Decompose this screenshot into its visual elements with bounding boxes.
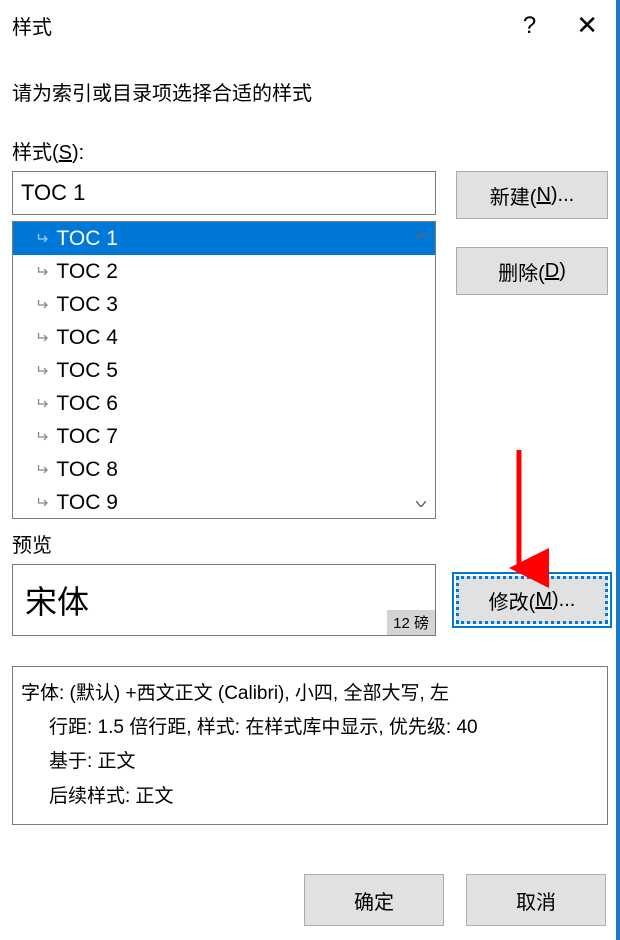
paragraph-mark-icon: ↵ (35, 493, 48, 513)
preview-font-name: 宋体 (25, 577, 423, 623)
style-item-label: TOC 3 (56, 293, 117, 317)
style-list-item[interactable]: ↵ TOC 8 (13, 453, 435, 486)
preview-box: 宋体 12 磅 (12, 564, 436, 636)
scroll-up-button[interactable] (407, 222, 435, 250)
paragraph-mark-icon: ↵ (35, 361, 48, 381)
dialog-title: 样式 (12, 11, 523, 40)
style-description: 字体: (默认) +西文正文 (Calibri), 小四, 全部大写, 左 行距… (12, 666, 608, 825)
ok-button[interactable]: 确定 (304, 874, 444, 926)
modify-button[interactable]: 修改(M)... (456, 576, 608, 624)
paragraph-mark-icon: ↵ (35, 394, 48, 414)
cancel-button[interactable]: 取消 (466, 874, 606, 926)
style-item-label: TOC 1 (56, 227, 117, 251)
style-item-label: TOC 7 (56, 425, 117, 449)
style-list-item[interactable]: ↵ TOC 2 (13, 255, 435, 288)
style-name-input[interactable] (12, 171, 436, 215)
paragraph-mark-icon: ↵ (35, 427, 48, 447)
preview-label: 预览 (12, 529, 608, 558)
paragraph-mark-icon: ↵ (35, 262, 48, 282)
paragraph-mark-icon: ↵ (35, 328, 48, 348)
title-bar: 样式 ? ✕ (0, 0, 620, 49)
style-list-item[interactable]: ↵ TOC 9 (13, 486, 435, 518)
style-item-label: TOC 2 (56, 260, 117, 284)
style-item-label: TOC 4 (56, 326, 117, 350)
help-button[interactable]: ? (523, 12, 536, 40)
style-list-item[interactable]: ↵ TOC 7 (13, 420, 435, 453)
scroll-down-button[interactable] (407, 490, 435, 518)
prompt-text: 请为索引或目录项选择合适的样式 (12, 77, 608, 106)
paragraph-mark-icon: ↵ (35, 229, 48, 249)
paragraph-mark-icon: ↵ (35, 295, 48, 315)
style-list-item[interactable]: ↵ TOC 6 (13, 387, 435, 420)
new-button[interactable]: 新建(N)... (456, 171, 608, 219)
style-item-label: TOC 5 (56, 359, 117, 383)
style-list-item[interactable]: ↵ TOC 1 (13, 222, 435, 255)
preview-size: 12 磅 (387, 610, 435, 635)
style-list-item[interactable]: ↵ TOC 4 (13, 321, 435, 354)
paragraph-mark-icon: ↵ (35, 460, 48, 480)
style-list[interactable]: ↵ TOC 1 ↵ TOC 2 ↵ TOC 3 ↵ TOC 4 ↵ TOC 5 ↵ TOC 6 ↵ TOC… (12, 221, 436, 519)
style-item-label: TOC 6 (56, 392, 117, 416)
style-item-label: TOC 8 (56, 458, 117, 482)
style-list-item[interactable]: ↵ TOC 3 (13, 288, 435, 321)
close-button[interactable]: ✕ (566, 10, 608, 41)
style-list-item[interactable]: ↵ TOC 5 (13, 354, 435, 387)
styles-label: 样式(S): (12, 136, 608, 165)
delete-button[interactable]: 删除(D) (456, 247, 608, 295)
style-item-label: TOC 9 (56, 491, 117, 515)
